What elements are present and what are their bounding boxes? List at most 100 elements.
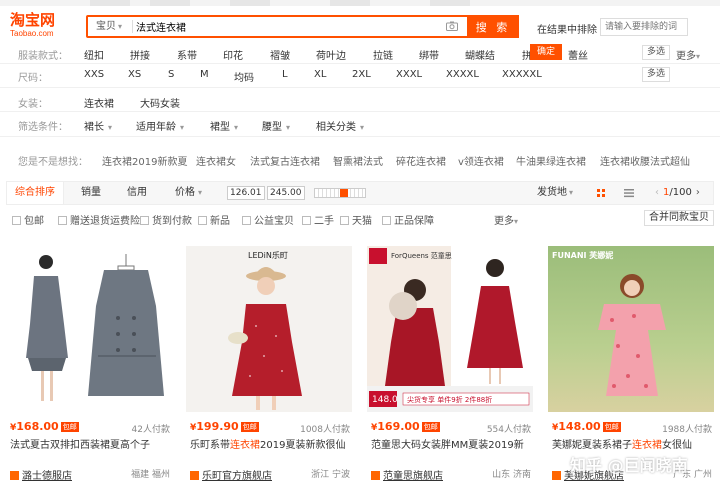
filter-option[interactable]: M [200, 69, 209, 80]
checkbox-genuine[interactable]: 正品保障 [382, 212, 434, 227]
price-max-input[interactable]: 245.00 [267, 186, 305, 200]
product-card[interactable]: LEDiN乐町 ¥199.90 包邮 1008人付款 乐町系带连衣裙2019夏装新… [186, 246, 352, 492]
filter-option[interactable]: 印花 [223, 47, 243, 62]
title-text: 芙娜妮夏装系裙子 [552, 440, 632, 451]
suggestion-link[interactable]: 连衣裙女 [196, 153, 236, 168]
product-title[interactable]: 范童思大码女装胖MM夏装2019新 [371, 439, 531, 465]
filter-option[interactable]: 蕾丝 [568, 47, 588, 62]
multi-select-button[interactable]: 多选 [642, 45, 671, 60]
filter-option[interactable]: 纽扣 [84, 47, 104, 62]
filter-option[interactable]: 均码 [234, 69, 254, 84]
merge-same-button[interactable]: 合并同款宝贝 [644, 210, 714, 226]
product-price: ¥168.00 包邮 [10, 420, 79, 433]
sort-sales[interactable]: 销量 [73, 182, 109, 204]
suggestion-link[interactable]: 连衣裙收腰法式超仙 [600, 153, 690, 168]
exclude-label: 在结果中排除 [537, 25, 597, 36]
product-card[interactable]: ForQueens 范童思 148.0 尖货专享 单件9折 2件88折 ¥169… [367, 246, 533, 492]
condition-dropdown[interactable]: 腰型 ▾ [262, 118, 290, 133]
condition-label: 裙型 [210, 122, 230, 133]
checkbox-cod[interactable]: 货到付款 [140, 212, 192, 227]
product-title[interactable]: 法式夏古双排扣西装裙夏高个子 [10, 439, 170, 465]
product-image[interactable]: FUNANI 芙娜妮 [548, 246, 714, 412]
product-price: ¥148.00 包邮 [552, 420, 621, 433]
filter-option[interactable]: 荷叶边 [316, 47, 346, 62]
filter-option[interactable]: XXXXXL [502, 69, 542, 80]
filter-option[interactable]: 蝴蝶结 [465, 47, 495, 62]
more-button[interactable]: 更多▾ [676, 47, 700, 62]
search-button[interactable]: 搜 索 [467, 15, 519, 38]
shop-icon [10, 471, 19, 480]
filter-row-size: 尺码： XXS XS S M 均码 L XL 2XL XXXL XXXXL XX… [0, 64, 720, 88]
product-image[interactable]: ForQueens 范童思 148.0 尖货专享 单件9折 2件88折 [367, 246, 533, 412]
checkbox-charity[interactable]: 公益宝贝 [242, 212, 294, 227]
product-image[interactable] [6, 246, 172, 412]
checkbox-new[interactable]: 新品 [198, 212, 230, 227]
shop-link[interactable]: 潞士德服店 [10, 467, 72, 482]
camera-icon[interactable] [446, 21, 458, 31]
suggestion-link[interactable]: 法式复古连衣裙 [250, 153, 320, 168]
filter-option[interactable]: 2XL [352, 69, 371, 80]
suggestion-link[interactable]: 碎花连衣裙 [396, 153, 446, 168]
product-card[interactable]: ¥168.00 包邮 42人付款 法式夏古双排扣西装裙夏高个子 潞士德服店 福建 … [6, 246, 172, 492]
search-category-select[interactable]: 宝贝 ▾ [92, 19, 126, 35]
checkbox-return-insurance[interactable]: 赠送退货运费险 [58, 212, 140, 227]
price-value: 148.00 [558, 420, 601, 433]
filter-option[interactable]: 大码女装 [140, 95, 180, 110]
filter-label: 服装款式： [18, 51, 68, 62]
shop-icon [371, 471, 380, 480]
condition-dropdown[interactable]: 裙长 ▾ [84, 118, 112, 133]
filter-option[interactable]: 连衣裙 [84, 95, 114, 110]
checkbox-free-shipping[interactable]: 包邮 [12, 212, 44, 227]
chevron-down-icon: ▾ [286, 123, 291, 132]
suggestion-link[interactable]: v领连衣裙 [458, 153, 504, 168]
sort-credit[interactable]: 信用 [119, 182, 155, 204]
filter-option[interactable]: XXXXL [446, 69, 479, 80]
suggestion-link[interactable]: 智熏裙法式 [333, 153, 383, 168]
filter-option[interactable]: 绑带 [419, 47, 439, 62]
shop-link[interactable]: 范童思旗舰店 [371, 467, 443, 482]
checkbox-label: 货到付款 [152, 216, 192, 227]
suggestion-link[interactable]: 连衣裙2019新款夏 [102, 153, 187, 168]
page-total: /100 [669, 187, 692, 198]
title-text: 乐町系带 [190, 440, 230, 451]
list-view-icon[interactable] [617, 186, 641, 200]
multi-select-button[interactable]: 多选 [642, 67, 671, 82]
condition-dropdown[interactable]: 适用年龄 ▾ [136, 118, 184, 133]
search-input[interactable] [136, 18, 446, 35]
condition-dropdown[interactable]: 相关分类 ▾ [316, 118, 364, 133]
filter-option[interactable]: S [168, 69, 174, 80]
condition-dropdown[interactable]: 裙型 ▾ [210, 118, 238, 133]
logo-sub-text: Taobao.com [10, 29, 54, 38]
filter-option[interactable]: L [282, 69, 288, 80]
price-slider[interactable] [314, 188, 366, 198]
sort-comprehensive[interactable]: 综合排序 [7, 182, 64, 204]
price-min-input[interactable]: 126.01 [227, 186, 265, 200]
product-image[interactable]: LEDiN乐町 [186, 246, 352, 412]
filter-option[interactable]: XXXL [396, 69, 422, 80]
checkbox-second-hand[interactable]: 二手 [302, 212, 334, 227]
chevron-down-icon: ▾ [696, 52, 701, 61]
suggestion-link[interactable]: 牛油果绿连衣裙 [516, 153, 586, 168]
filter-option[interactable]: 拉链 [373, 47, 393, 62]
next-page-icon[interactable]: › [696, 187, 700, 198]
taobao-logo[interactable]: 淘宝网 Taobao.com [10, 12, 72, 39]
product-title[interactable]: 乐町系带连衣裙2019夏装新款很仙 [190, 439, 350, 465]
ship-from-dropdown[interactable]: 发货地 ▾ [537, 182, 573, 204]
sort-price[interactable]: 价格 ▾ [167, 182, 210, 204]
filter-option[interactable]: 系带 [177, 47, 197, 62]
filter-option[interactable]: 褶皱 [270, 47, 290, 62]
confirm-button[interactable]: 确定 [530, 44, 562, 60]
more-options-button[interactable]: 更多▾ [494, 212, 518, 227]
filter-option[interactable]: 拼接 [130, 47, 150, 62]
shop-link[interactable]: 乐町官方旗舰店 [190, 467, 272, 482]
filter-option[interactable]: XXS [84, 69, 104, 80]
slider-handle[interactable] [340, 189, 348, 197]
pager: ‹ 1/100 › [655, 182, 700, 204]
checkbox-label: 二手 [314, 216, 334, 227]
filter-option[interactable]: XL [314, 69, 326, 80]
grid-view-icon[interactable] [589, 186, 613, 200]
exclude-input[interactable] [600, 18, 688, 36]
checkbox-tmall[interactable]: 天猫 [340, 212, 372, 227]
prev-page-icon[interactable]: ‹ [655, 187, 659, 198]
filter-option[interactable]: XS [128, 69, 141, 80]
